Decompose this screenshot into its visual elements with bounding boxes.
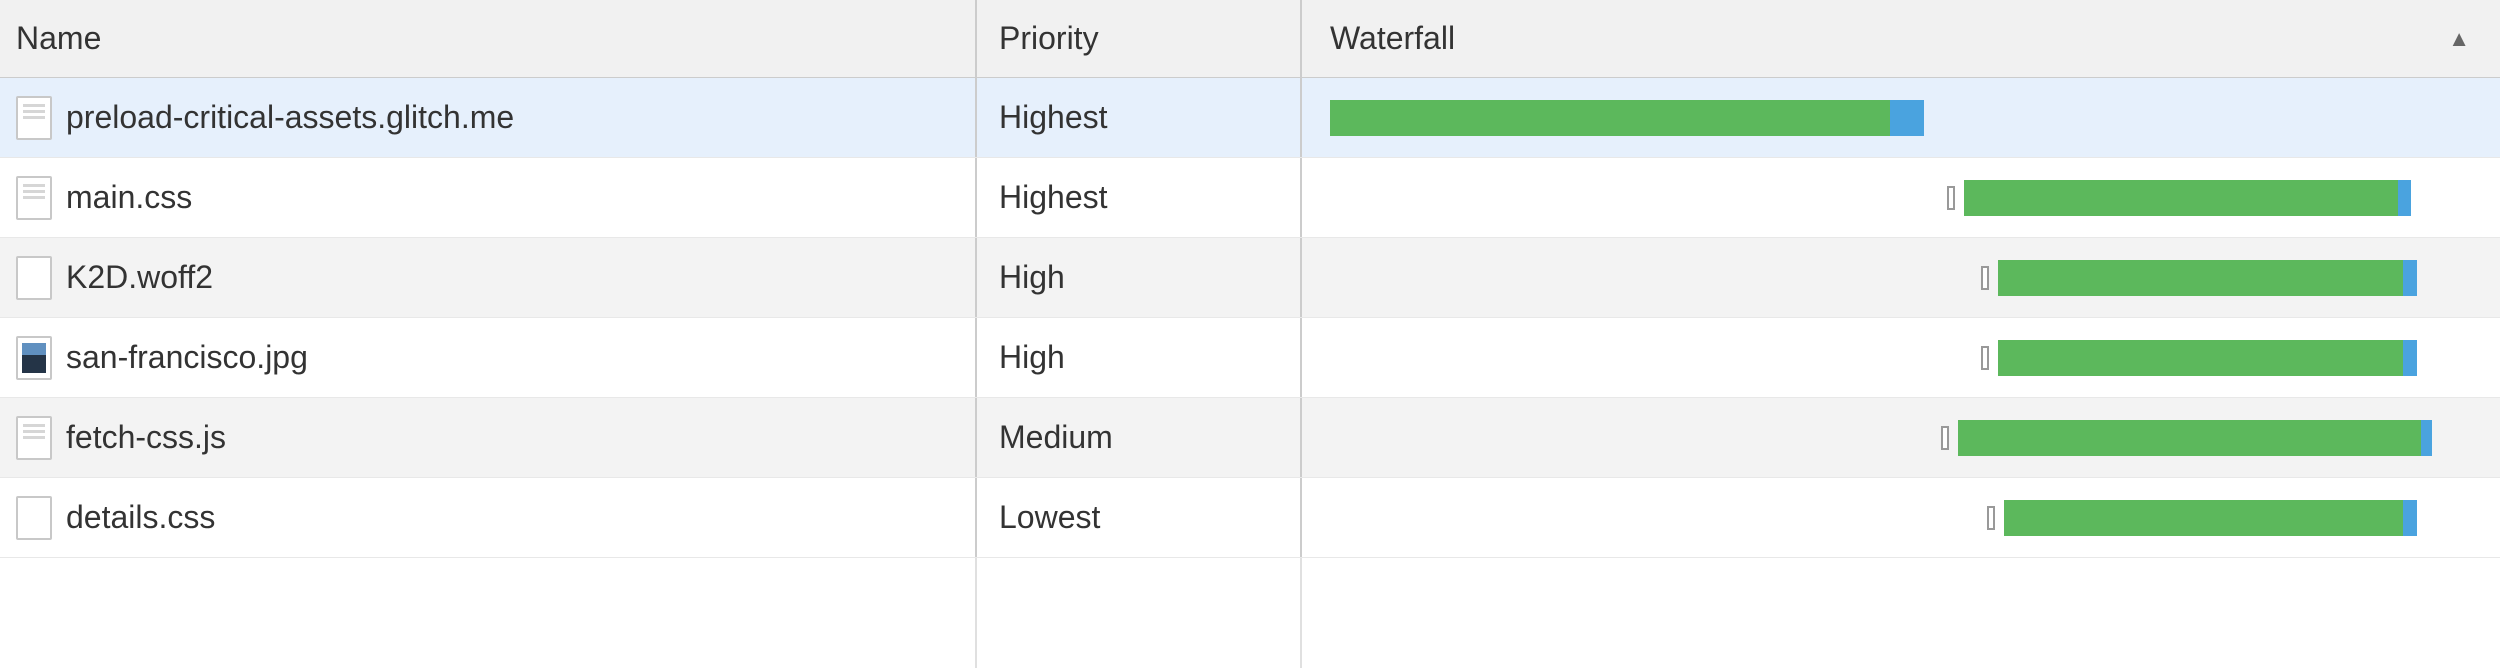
waterfall-timing-bar [2004,500,2404,536]
cell-waterfall [1302,398,2500,477]
priority-label: Lowest [999,499,1100,536]
waterfall-track [1330,98,2472,138]
cell-name: details.css [0,478,977,557]
waterfall-queue-marker [1941,426,1949,450]
waterfall-queue-marker [1947,186,1955,210]
image-file-icon [16,336,52,380]
sort-ascending-icon: ▲ [2448,26,2470,52]
cell-priority: Highest [977,78,1302,157]
cell-priority: Medium [977,398,1302,477]
column-header-label: Waterfall [1330,20,1455,57]
waterfall-track [1330,258,2472,298]
file-name-label: details.css [66,499,215,536]
waterfall-track [1330,418,2472,458]
table-row[interactable]: K2D.woff2 High [0,238,2500,318]
cell-name: san-francisco.jpg [0,318,977,397]
cell-priority: High [977,238,1302,317]
cell-waterfall [1302,238,2500,317]
column-header-label: Priority [999,20,1099,57]
table-row[interactable]: san-francisco.jpg High [0,318,2500,398]
table-filler-row [0,558,2500,668]
cell-priority: Highest [977,158,1302,237]
waterfall-content-download-bar [2403,260,2417,296]
generic-file-icon [16,256,52,300]
table-row[interactable]: preload-critical-assets.glitch.me Highest [0,78,2500,158]
network-requests-table: Name Priority Waterfall ▲ preload-critic… [0,0,2500,660]
waterfall-timing-bar [1958,420,2421,456]
waterfall-queue-marker [1981,346,1989,370]
priority-label: Highest [999,179,1108,216]
file-name-label: preload-critical-assets.glitch.me [66,99,514,136]
document-file-icon [16,176,52,220]
cell-name: K2D.woff2 [0,238,977,317]
waterfall-timing-bar [1998,340,2403,376]
table-row[interactable]: fetch-css.js Medium [0,398,2500,478]
document-file-icon [16,416,52,460]
priority-label: High [999,339,1065,376]
file-name-label: main.css [66,179,192,216]
waterfall-timing-bar [1330,100,1890,136]
file-name-label: K2D.woff2 [66,259,213,296]
waterfall-track [1330,338,2472,378]
cell-name: main.css [0,158,977,237]
cell-name: fetch-css.js [0,398,977,477]
table-row[interactable]: main.css Highest [0,158,2500,238]
file-name-label: fetch-css.js [66,419,226,456]
column-header-waterfall[interactable]: Waterfall ▲ [1302,0,2500,77]
waterfall-queue-marker [1987,506,1995,530]
cell-waterfall [1302,478,2500,557]
generic-file-icon [16,496,52,540]
cell-name: preload-critical-assets.glitch.me [0,78,977,157]
waterfall-track [1330,498,2472,538]
cell-waterfall [1302,158,2500,237]
waterfall-timing-bar [1998,260,2403,296]
priority-label: Medium [999,419,1113,456]
priority-label: Highest [999,99,1108,136]
document-file-icon [16,96,52,140]
table-header-row: Name Priority Waterfall ▲ [0,0,2500,78]
table-row[interactable]: details.css Lowest [0,478,2500,558]
column-header-name[interactable]: Name [0,0,977,77]
waterfall-queue-marker [1981,266,1989,290]
column-header-label: Name [16,20,101,57]
waterfall-timing-bar [1964,180,2398,216]
waterfall-track [1330,178,2472,218]
waterfall-content-download-bar [2421,420,2432,456]
waterfall-content-download-bar [2403,500,2417,536]
priority-label: High [999,259,1065,296]
cell-priority: High [977,318,1302,397]
waterfall-content-download-bar [2403,340,2417,376]
cell-priority: Lowest [977,478,1302,557]
cell-waterfall [1302,78,2500,157]
column-header-priority[interactable]: Priority [977,0,1302,77]
waterfall-content-download-bar [1890,100,1924,136]
file-name-label: san-francisco.jpg [66,339,308,376]
cell-waterfall [1302,318,2500,397]
waterfall-content-download-bar [2398,180,2412,216]
